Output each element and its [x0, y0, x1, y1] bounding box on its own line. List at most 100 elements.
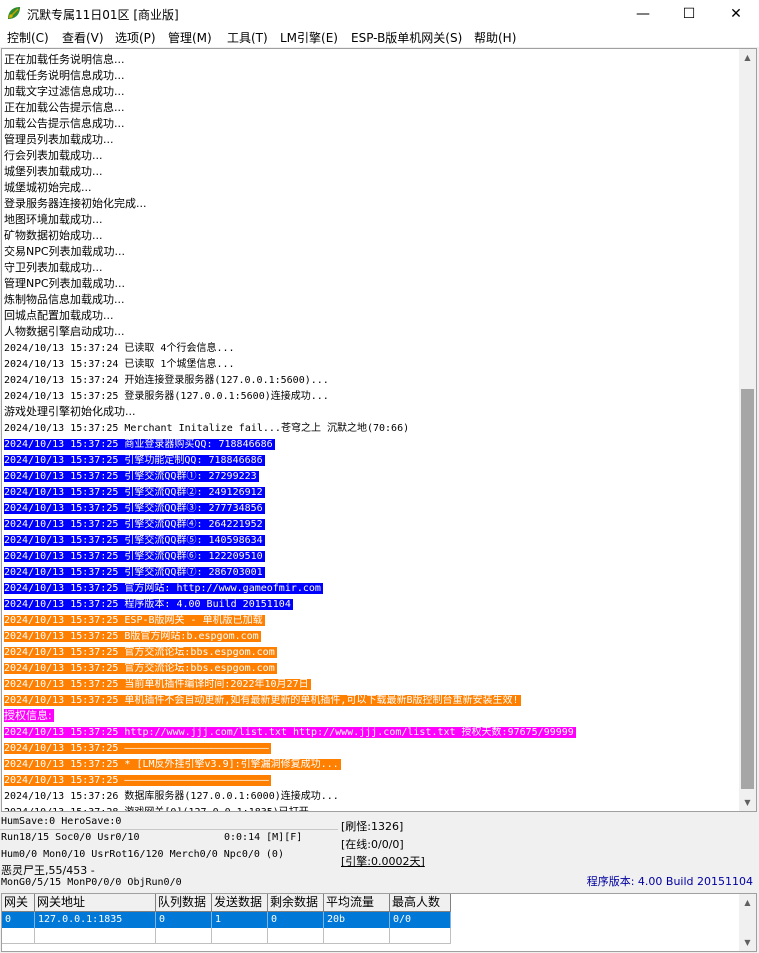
table-cell: 20b: [324, 912, 390, 928]
close-button[interactable]: ✕: [713, 0, 759, 27]
log-line-text: 2024/10/13 15:37:25 官方交流论坛:bbs.espgom.co…: [4, 663, 277, 674]
log-line: 2024/10/13 15:37:25 程序版本: 4.00 Build 201…: [4, 596, 740, 612]
log-panel[interactable]: 正在加载任务说明信息... 加载任务说明信息成功... 加载文字过滤信息成功... 正…: [1, 48, 757, 812]
log-line-text: 行会列表加载成功...: [4, 149, 103, 162]
menu-esp-gateway[interactable]: ESP-B版单机网关(S): [351, 29, 462, 46]
log-line-text: 交易NPC列表加载成功...: [4, 245, 126, 258]
run-status: Run18/15 Soc0/0 Usr0/10: [1, 832, 140, 843]
log-line: 登录服务器连接初始化完成...: [4, 196, 740, 212]
menu-tools[interactable]: 工具(T): [227, 29, 268, 46]
log-line: 2024/10/13 15:37:25 登录服务器(127.0.0.1:5600…: [4, 388, 740, 404]
log-line-text: 2024/10/13 15:37:28 游戏网关[0](127.0.0.1:18…: [4, 807, 329, 811]
log-line: 2024/10/13 15:37:25 官方交流论坛:bbs.espgom.co…: [4, 644, 740, 660]
log-line: 2024/10/13 15:37:25 ESP-B版网关 - 单机版已加载: [4, 612, 740, 628]
log-line: 2024/10/13 15:37:25 ————————————————————…: [4, 772, 740, 788]
scroll-down-icon[interactable]: ▼: [739, 794, 756, 811]
hum-status: Hum0/0 Mon0/10 UsrRot16/120 Merch0/0 Npc…: [1, 849, 284, 860]
menu-bar: 控制(C) 查看(V) 选项(P) 管理(M) 工具(T) LM引擎(E) ES…: [0, 27, 759, 47]
menu-control[interactable]: 控制(C): [7, 29, 49, 46]
log-line: 游戏处理引擎初始化成功...: [4, 404, 740, 420]
log-line-text: 2024/10/13 15:37:25 官方交流论坛:bbs.espgom.co…: [4, 647, 277, 658]
log-line: 人物数据引擎启动成功...: [4, 324, 740, 340]
column-header[interactable]: 平均流量: [324, 894, 390, 912]
log-line: 交易NPC列表加载成功...: [4, 244, 740, 260]
log-line: 2024/10/13 15:37:25 引擎交流QQ群④: 264221952: [4, 516, 740, 532]
log-line: 2024/10/13 15:37:25 单机插件不会自动更新,如有最新更新的单机…: [4, 692, 740, 708]
log-line-text: 城堡城初始完成...: [4, 181, 92, 194]
log-line: 守卫列表加载成功...: [4, 260, 740, 276]
log-line-text: 回城点配置加载成功...: [4, 309, 114, 322]
log-line: 2024/10/13 15:37:25 引擎交流QQ群⑥: 122209510: [4, 548, 740, 564]
log-line: 授权信息:: [4, 708, 740, 724]
table-scrollbar[interactable]: ▲ ▼: [739, 894, 756, 951]
log-line: 2024/10/13 15:37:25 引擎交流QQ群⑦: 286703001: [4, 564, 740, 580]
log-line: 2024/10/13 15:37:25 引擎功能定制QQ: 718846686: [4, 452, 740, 468]
log-line: 行会列表加载成功...: [4, 148, 740, 164]
title-bar: 沉默专属11日01区 [商业版] — ☐ ✕: [0, 0, 759, 27]
log-line: 2024/10/13 15:37:25 引擎交流QQ群③: 277734856: [4, 500, 740, 516]
log-line-text: 游戏处理引擎初始化成功...: [4, 405, 136, 418]
log-line: 2024/10/13 15:37:25 引擎交流QQ群⑤: 140598634: [4, 532, 740, 548]
maximize-button[interactable]: ☐: [666, 0, 712, 27]
column-header[interactable]: 网关地址: [35, 894, 156, 912]
column-header[interactable]: 剩余数据: [268, 894, 324, 912]
log-line-text: 2024/10/13 15:37:25 引擎交流QQ群⑦: 286703001: [4, 567, 265, 578]
log-line-text: 2024/10/13 15:37:25 引擎交流QQ群⑥: 122209510: [4, 551, 265, 562]
program-version: 程序版本: 4.00 Build 20151104: [586, 875, 753, 888]
column-header[interactable]: 发送数据: [212, 894, 268, 912]
log-line-text: 2024/10/13 15:37:25 官方网站: http://www.gam…: [4, 583, 323, 594]
log-line-text: 加载任务说明信息成功...: [4, 69, 125, 82]
column-header[interactable]: 队列数据: [156, 894, 212, 912]
scroll-up-icon[interactable]: ▲: [739, 49, 756, 66]
log-line-text: 矿物数据初始成功...: [4, 229, 103, 242]
menu-manage[interactable]: 管理(M): [168, 29, 212, 46]
hum-save-status: HumSave:0 HeroSave:0: [1, 816, 122, 827]
log-line-text: 管理NPC列表加载成功...: [4, 277, 126, 290]
log-line: 城堡列表加载成功...: [4, 164, 740, 180]
table-row[interactable]: 0 127.0.0.1:1835 0 1 0 20b 0/0: [2, 912, 451, 928]
scroll-up-icon[interactable]: ▲: [739, 894, 756, 911]
menu-help[interactable]: 帮助(H): [474, 29, 516, 46]
uptime-status: 0:0:14 [M][F]: [224, 832, 303, 843]
log-line-text: 2024/10/13 15:37:25 ESP-B版网关 - 单机版已加载: [4, 615, 265, 626]
log-line: 地图环境加载成功...: [4, 212, 740, 228]
log-line-text: 加载公告提示信息成功...: [4, 117, 125, 130]
log-line-text: 2024/10/13 15:37:25 引擎交流QQ群③: 277734856: [4, 503, 265, 514]
log-line-text: 2024/10/13 15:37:24 已读取 4个行会信息...: [4, 343, 235, 354]
scroll-down-icon[interactable]: ▼: [739, 934, 756, 951]
minimize-button[interactable]: —: [620, 0, 666, 27]
log-line-text: 加载文字过滤信息成功...: [4, 85, 125, 98]
window-title: 沉默专属11日01区 [商业版]: [27, 8, 179, 22]
gateway-table-header: 网关 网关地址 队列数据 发送数据 剩余数据 平均流量 最高人数: [2, 894, 451, 912]
log-line: 矿物数据初始成功...: [4, 228, 740, 244]
log-line-text: 2024/10/13 15:37:25 引擎交流QQ群②: 249126912: [4, 487, 265, 498]
log-line: 2024/10/13 15:37:25 官方交流论坛:bbs.espgom.co…: [4, 660, 740, 676]
menu-options[interactable]: 选项(P): [115, 29, 156, 46]
menu-view[interactable]: 查看(V): [62, 29, 104, 46]
log-line: 正在加载公告提示信息...: [4, 100, 740, 116]
column-header[interactable]: 网关: [2, 894, 35, 912]
menu-lm-engine[interactable]: LM引擎(E): [280, 29, 338, 46]
log-line-text: 正在加载公告提示信息...: [4, 101, 125, 114]
table-cell: 0: [2, 912, 35, 928]
log-line: 2024/10/13 15:37:26 数据库服务器(127.0.0.1:600…: [4, 788, 740, 804]
status-area: HumSave:0 HeroSave:0 Run18/15 Soc0/0 Usr…: [0, 813, 759, 893]
log-line: 2024/10/13 15:37:24 开始连接登录服务器(127.0.0.1:…: [4, 372, 740, 388]
log-line: 城堡城初始完成...: [4, 180, 740, 196]
column-header[interactable]: 最高人数: [390, 894, 451, 912]
engine-status[interactable]: [引擎:0.0002天]: [341, 853, 425, 869]
log-line: 2024/10/13 15:37:25 Merchant Initalize f…: [4, 420, 740, 436]
log-line-text: 2024/10/13 15:37:25 引擎功能定制QQ: 718846686: [4, 455, 265, 466]
mon-status: MonG0/5/15 MonP0/0/0 ObjRun0/0: [1, 877, 182, 888]
status-divider: [0, 829, 338, 830]
log-line-text: 2024/10/13 15:37:24 已读取 1个城堡信息...: [4, 359, 235, 370]
log-line: 回城点配置加载成功...: [4, 308, 740, 324]
log-line: 2024/10/13 15:37:25 引擎交流QQ群①: 27299223: [4, 468, 740, 484]
log-line: 2024/10/13 15:37:25 ————————————————————…: [4, 740, 740, 756]
log-scrollbar[interactable]: ▲ ▼: [739, 49, 756, 811]
log-line: 2024/10/13 15:37:25 商业登录器购买QQ: 718846686: [4, 436, 740, 452]
refresh-monster-status: [刷怪:1326]: [341, 820, 404, 833]
log-line: 2024/10/13 15:37:24 已读取 1个城堡信息...: [4, 356, 740, 372]
scroll-thumb[interactable]: [741, 389, 754, 789]
log-line-text: 守卫列表加载成功...: [4, 261, 103, 274]
